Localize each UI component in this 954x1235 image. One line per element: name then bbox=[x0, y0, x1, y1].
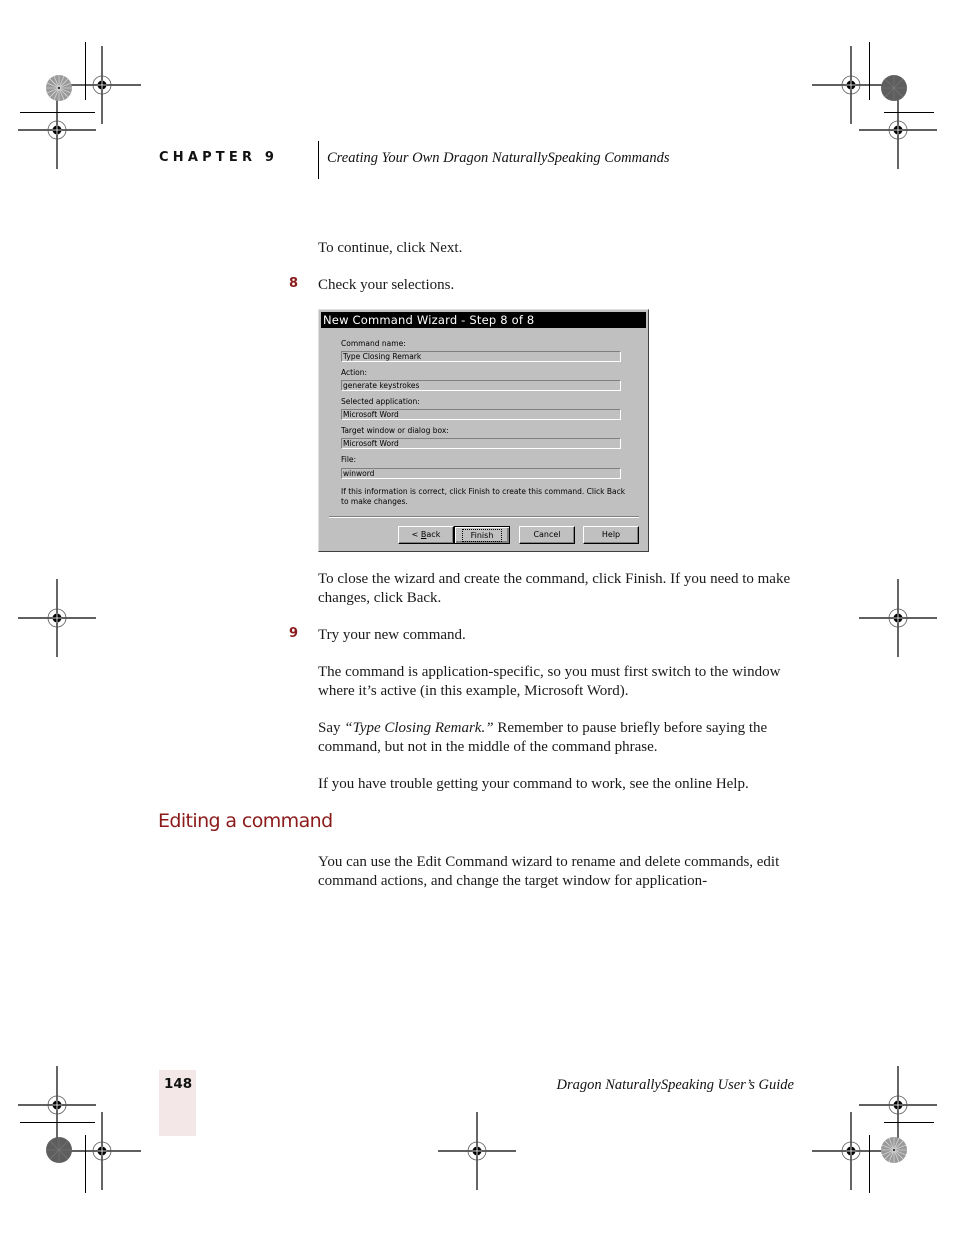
registration-mark-icon bbox=[18, 91, 96, 169]
intro-paragraph: To continue, click Next. bbox=[318, 240, 463, 256]
selected-application-label: Selected application: bbox=[341, 397, 420, 406]
section-paragraph: You can use the Edit Command wizard to r… bbox=[318, 854, 780, 889]
command-name-field: Type Closing Remark bbox=[341, 351, 621, 362]
back-button-label: ack bbox=[426, 530, 441, 539]
registration-mark-icon bbox=[63, 1112, 141, 1190]
cancel-button-label: Cancel bbox=[533, 530, 561, 539]
say-command-paragraph: Say “Type Closing Remark.” Remember to p… bbox=[318, 719, 798, 756]
command-name-label: Command name: bbox=[341, 339, 406, 348]
file-label: File: bbox=[341, 455, 357, 464]
new-command-wizard-dialog: New Command Wizard - Step 8 of 8 Command… bbox=[318, 309, 649, 552]
finish-button-label: Finish bbox=[461, 529, 503, 542]
say-prefix: Say bbox=[318, 720, 345, 736]
action-field: generate keystrokes bbox=[341, 380, 621, 391]
back-button[interactable]: < Back bbox=[398, 526, 454, 544]
help-button[interactable]: Help bbox=[583, 526, 639, 544]
registration-mark-icon bbox=[859, 91, 937, 169]
file-field: winword bbox=[341, 468, 621, 479]
header-divider bbox=[318, 141, 319, 179]
spoken-command: “Type Closing Remark.” bbox=[344, 720, 494, 736]
registration-mark-icon bbox=[18, 579, 96, 657]
registration-mark-icon bbox=[859, 579, 937, 657]
step-text: Check your selections. bbox=[318, 277, 455, 293]
color-target-light-icon bbox=[880, 1136, 908, 1164]
after-dialog-paragraph: To close the wizard and create the comma… bbox=[318, 571, 791, 606]
chapter-label: CHAPTER 9 bbox=[159, 150, 279, 165]
dialog-title: New Command Wizard - Step 8 of 8 bbox=[321, 312, 646, 328]
action-label: Action: bbox=[341, 368, 368, 377]
color-target-light-icon bbox=[45, 74, 73, 102]
color-target-dark-icon bbox=[880, 74, 908, 102]
target-window-field: Microsoft Word bbox=[341, 438, 621, 449]
cancel-button[interactable]: Cancel bbox=[519, 526, 575, 544]
finish-button[interactable]: Finish bbox=[454, 526, 510, 544]
page-number: 148 bbox=[164, 1076, 193, 1092]
app-specific-paragraph: The command is application-specific, so … bbox=[318, 664, 781, 699]
step-number: 8 bbox=[289, 276, 299, 291]
back-button-prefix: < bbox=[411, 530, 421, 539]
registration-mark-icon bbox=[812, 1112, 890, 1190]
step-number: 9 bbox=[289, 626, 299, 641]
trouble-paragraph: If you have trouble getting your command… bbox=[318, 776, 749, 792]
step-text: Try your new command. bbox=[318, 627, 466, 643]
chapter-title: Creating Your Own Dragon NaturallySpeaki… bbox=[327, 150, 670, 166]
registration-mark-icon bbox=[438, 1112, 516, 1190]
book-title: Dragon NaturallySpeaking User’s Guide bbox=[556, 1077, 795, 1093]
selected-application-field: Microsoft Word bbox=[341, 409, 621, 420]
section-heading: Editing a command bbox=[158, 810, 333, 832]
color-target-dark-icon bbox=[45, 1136, 73, 1164]
help-button-label: Help bbox=[601, 530, 621, 539]
dialog-separator bbox=[329, 516, 639, 518]
target-window-label: Target window or dialog box: bbox=[341, 426, 449, 435]
dialog-instructions: If this information is correct, click Fi… bbox=[341, 487, 626, 506]
